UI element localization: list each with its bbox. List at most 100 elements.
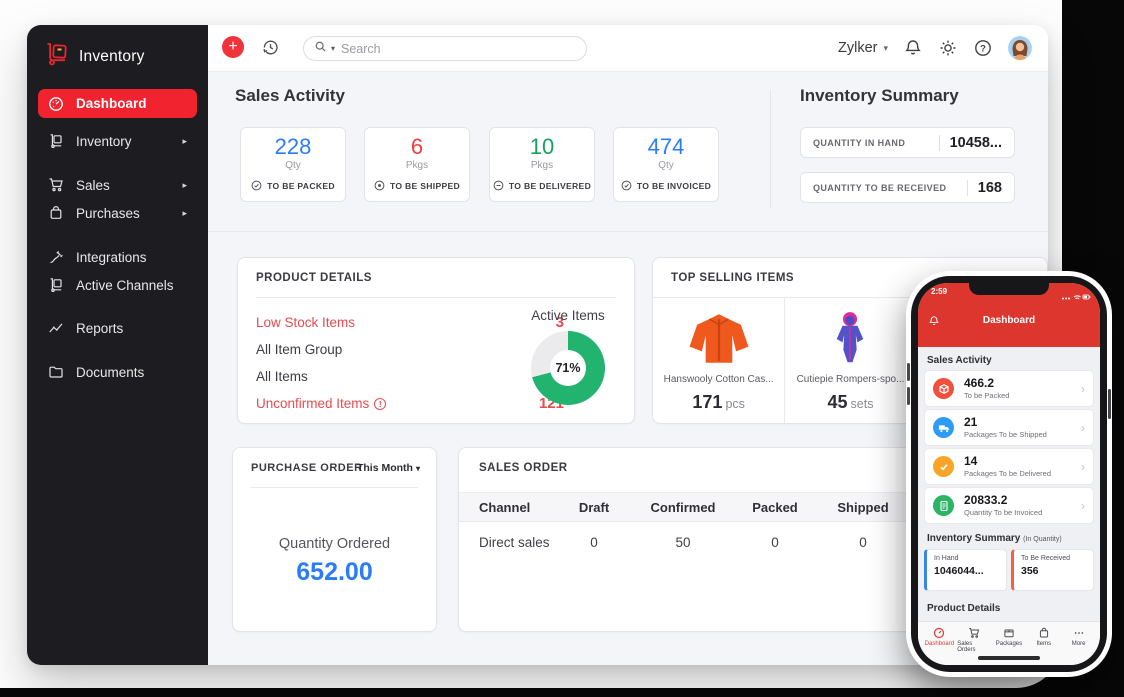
item-unit: pcs [725,397,745,411]
inventory-icon [48,133,64,149]
to-be-invoiced-value: 474 [647,134,685,159]
phone-card-value: 20833.2 [964,493,1008,507]
top-selling-item[interactable]: Hanswooly Cotton Cas... 171 pcs [653,298,784,423]
phone-in-hand-box[interactable]: In Hand 1046044... [924,549,1007,591]
item-qty: 45 [827,392,848,412]
truck-icon [933,417,954,438]
to-be-shipped-card[interactable]: 6 Pkgs TO BE SHIPPED [364,127,470,202]
quantity-to-be-received-value: 168 [966,179,1002,196]
active-items-percent: 71% [555,361,581,375]
purchase-order-card: PURCHASE ORDER This Month ▾ Quantity Orde… [232,447,437,632]
item-qty: 171 [692,392,723,412]
quantity-in-hand-value: 10458... [938,134,1002,151]
app-logo: Inventory [44,41,145,72]
active-items-donut-title: Active Items [531,308,605,323]
phone-volume-up-button [907,363,910,381]
settings-gear-icon[interactable] [938,38,958,58]
chevron-right-icon: ▸ [182,179,187,190]
unit-label: Pkgs [530,160,554,171]
phone-to-be-received-box[interactable]: To Be Received 356 [1011,549,1094,591]
sidebar-item-purchases[interactable]: Purchases ▸ [38,200,197,226]
all-item-group-label: All Item Group [256,342,343,357]
phone-tab-dashboard[interactable]: Dashboard [922,627,956,665]
sidebar-item-documents[interactable]: Documents [38,359,197,385]
app-window: Inventory Dashboard Inventory ▸ Sales ▸ [27,25,1048,665]
phone-to-be-packed-card[interactable]: 466.2 To be Packed › [924,370,1094,407]
phone-home-indicator[interactable] [978,656,1040,660]
global-search[interactable]: ▾ [303,36,587,61]
unit-label: Pkgs [405,160,429,171]
to-be-invoiced-card[interactable]: 474 Qty TO BE INVOICED [613,127,719,202]
invoice-icon [933,495,954,516]
org-switcher[interactable]: Zylker ▾ [838,40,888,56]
sidebar-item-reports[interactable]: Reports [38,315,197,341]
dashboard-icon [48,96,64,112]
sidebar-item-label: Purchases [76,205,140,221]
product-details-title: PRODUCT DETAILS [256,272,372,284]
phone-to-be-invoiced-card[interactable]: 20833.2 Quantity To be Invoiced › [924,487,1094,524]
phone-to-be-shipped-card[interactable]: 21 Packages To be Shipped › [924,409,1094,446]
top-selling-item[interactable]: Cutiepie Rompers-spo... 45 sets [784,298,915,423]
cell-draft: 0 [590,534,598,550]
sidebar-item-active-channels[interactable]: Active Channels [38,272,197,298]
item-name: Hanswooly Cotton Cas... [663,374,774,385]
phone-to-be-received-label: To Be Received [1021,555,1071,562]
top-selling-items-title: TOP SELLING ITEMS [671,272,795,284]
sidebar-item-sales[interactable]: Sales ▸ [38,172,197,198]
quantity-to-be-received-box[interactable]: QUANTITY TO BE RECEIVED 168 [800,172,1015,203]
org-name: Zylker [837,40,878,56]
search-input[interactable] [341,41,576,56]
sidebar-item-integrations[interactable]: Integrations [38,244,197,270]
sales-order-title: SALES ORDER [479,462,568,474]
to-be-delivered-value: 10 [529,134,555,159]
phone-page-title: Dashboard [982,315,1036,326]
recent-activity-icon[interactable] [260,37,281,58]
to-be-packed-card[interactable]: 228 Qty TO BE PACKED [240,127,346,202]
cell-confirmed: 50 [675,534,691,550]
sidebar-item-label: Documents [76,364,145,380]
notifications-bell-icon[interactable] [903,38,923,58]
help-icon[interactable]: ? [973,38,993,58]
circle-dot-icon [374,180,385,191]
quantity-in-hand-box[interactable]: QUANTITY IN HAND 10458... [800,127,1015,158]
phone-sales-activity-title: Sales Activity [927,355,992,366]
content-divider [208,231,1048,232]
phone-inventory-summary-title: Inventory Summary (In Quantity) [927,533,1062,544]
cart-icon [969,628,980,638]
search-scope-caret-icon[interactable]: ▾ [331,44,335,53]
phone-status-time: 2:59 [931,287,948,296]
phone-card-value: 466.2 [964,376,995,390]
more-dots-icon [1074,632,1083,634]
info-icon[interactable]: ! [374,397,387,410]
status-label: TO BE DELIVERED [508,180,592,191]
phone-card-value: 21 [964,415,978,429]
bag-icon [1039,627,1048,638]
unit-label: Qty [658,160,674,171]
chevron-right-icon: › [1081,498,1085,513]
low-stock-items-label: Low Stock Items [256,315,356,330]
phone-in-hand-value: 1046044... [934,565,984,577]
status-label: TO BE INVOICED [636,180,712,191]
user-avatar[interactable] [1008,36,1032,60]
cell-shipped: 0 [859,534,867,550]
purchase-order-period-dropdown[interactable]: This Month ▾ [357,462,420,474]
package-icon [933,378,954,399]
folder-icon [48,364,64,380]
status-label: TO BE SHIPPED [389,180,461,191]
add-new-button[interactable]: + [222,36,244,58]
to-be-delivered-card[interactable]: 10 Pkgs TO BE DELIVERED [489,127,595,202]
inventory-summary-title: Inventory Summary [800,86,959,105]
romper-product-image [824,308,876,370]
col-draft: Draft [578,499,610,515]
sidebar-item-inventory[interactable]: Inventory ▸ [38,128,197,154]
product-details-card: PRODUCT DETAILS Low Stock Items 3 All It… [237,257,635,424]
unit-label: Qty [285,160,301,171]
to-be-packed-value: 228 [274,134,312,159]
circle-check-icon [251,180,262,191]
dashboard-icon [934,627,945,639]
phone-tab-more[interactable]: More [1062,627,1096,665]
divider [251,487,418,488]
unconfirmed-items-label: Unconfirmed Items [256,396,370,411]
phone-to-be-delivered-card[interactable]: 14 Packages To be Delivered › [924,448,1094,485]
sidebar-item-dashboard[interactable]: Dashboard [38,89,197,118]
